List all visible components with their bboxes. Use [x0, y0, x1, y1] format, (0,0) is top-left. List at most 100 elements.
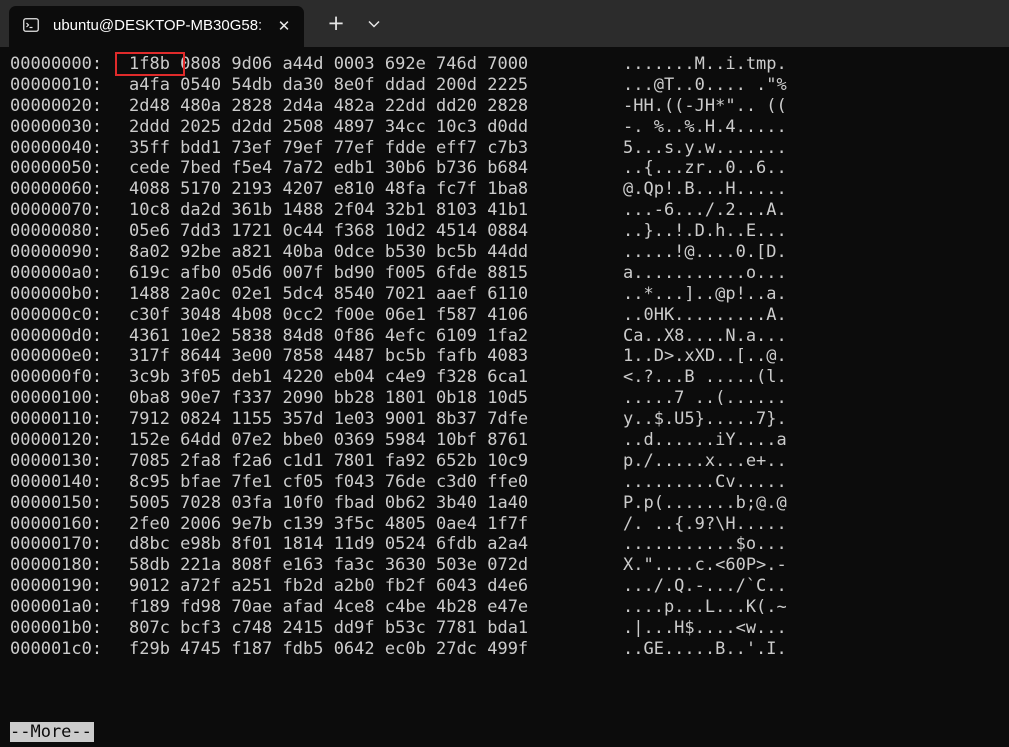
hexdump-ascii: -. %..%.H.4..... — [623, 116, 787, 137]
hexdump-hex-bytes: 1f8b 0808 9d06 a44d 0003 692e 746d 7000 — [129, 54, 529, 74]
hexdump-line: 00000010: a4fa 0540 54db da30 8e0f ddad 2… — [10, 75, 1005, 96]
hexdump-offset: 000000b0: — [10, 283, 103, 304]
hexdump-offset: 00000010: — [10, 74, 103, 95]
hexdump-ascii: ...@T..0.... ."% — [623, 74, 787, 95]
hexdump-hex-bytes: 10c8 da2d 361b 1488 2f04 32b1 8103 41b1 — [129, 200, 529, 221]
hexdump-line: 00000060: 4088 5170 2193 4207 e810 48fa f… — [10, 179, 1005, 200]
hexdump-line: 000001b0: 807c bcf3 c748 2415 dd9f b53c 7… — [10, 618, 1005, 639]
hexdump-offset: 00000000: — [10, 54, 103, 74]
hexdump-offset: 00000020: — [10, 95, 103, 116]
close-tab-button[interactable]: ✕ — [275, 17, 293, 35]
hexdump-line: 00000190: 9012 a72f a251 fb2d a2b0 fb2f 6… — [10, 576, 1005, 597]
hexdump-line: 00000140: 8c95 bfae 7fe1 cf05 f043 76de c… — [10, 472, 1005, 493]
hexdump-hex-bytes: 3c9b 3f05 deb1 4220 eb04 c4e9 f328 6ca1 — [129, 367, 529, 388]
terminal-icon — [23, 18, 39, 32]
hexdump-offset: 00000080: — [10, 221, 103, 242]
hexdump-offset: 00000180: — [10, 555, 103, 576]
hexdump-line: 00000090: 8a02 92be a821 40ba 0dce b530 b… — [10, 242, 1005, 263]
hexdump-ascii: .|...H$....<w... — [623, 618, 787, 639]
hexdump-ascii: -HH.((-JH*".. (( — [623, 95, 787, 116]
hexdump-line: 00000120: 152e 64dd 07e2 bbe0 0369 5984 1… — [10, 430, 1005, 451]
hexdump-line: 00000030: 2ddd 2025 d2dd 2508 4897 34cc 1… — [10, 117, 1005, 138]
hexdump-ascii: ....p...L...K(.~ — [623, 597, 787, 618]
hexdump-line: 00000170: d8bc e98b 8f01 1814 11d9 0524 6… — [10, 534, 1005, 555]
hexdump-hex-bytes: 7912 0824 1155 357d 1e03 9001 8b37 7dfe — [129, 409, 529, 430]
hexdump-line: 000001c0: f29b 4745 f187 fdb5 0642 ec0b 2… — [10, 639, 1005, 660]
pager-more-prompt: --More-- — [10, 722, 94, 742]
hexdump-ascii: ..0HK.........A. — [623, 304, 787, 325]
title-bar: ubuntu@DESKTOP-MB30G58: ✕ + — [0, 0, 1009, 47]
hexdump-ascii: X."....c.<60P>.- — [623, 555, 787, 576]
hexdump-ascii: .........Cv..... — [623, 471, 787, 492]
tab-title: ubuntu@DESKTOP-MB30G58: — [53, 16, 285, 36]
hexdump-ascii: ..d......iY....a — [623, 430, 787, 451]
hexdump-line: 000000c0: c30f 3048 4b08 0cc2 f00e 06e1 f… — [10, 305, 1005, 326]
hexdump-line: 00000020: 2d48 480a 2828 2d4a 482a 22dd d… — [10, 96, 1005, 117]
hexdump-line: 000000f0: 3c9b 3f05 deb1 4220 eb04 c4e9 f… — [10, 367, 1005, 388]
hexdump-hex-bytes: 1488 2a0c 02e1 5dc4 8540 7021 aaef 6110 — [129, 283, 529, 304]
hexdump-hex-bytes: cede 7bed f5e4 7a72 edb1 30b6 b736 b684 — [129, 158, 529, 179]
hexdump-line: 00000070: 10c8 da2d 361b 1488 2f04 32b1 8… — [10, 200, 1005, 221]
hexdump-ascii: .../.Q.-.../`C.. — [623, 576, 787, 597]
hexdump-hex-bytes: 619c afb0 05d6 007f bd90 f005 6fde 8815 — [129, 262, 529, 283]
hexdump-hex-bytes: c30f 3048 4b08 0cc2 f00e 06e1 f587 4106 — [129, 304, 529, 325]
hexdump-ascii: y..$.U5}.....7}. — [623, 409, 787, 430]
hexdump-ascii: .....7 ..(...... — [623, 388, 787, 409]
hexdump-line: 00000180: 58db 221a 808f e163 fa3c 3630 5… — [10, 555, 1005, 576]
hexdump-offset: 00000110: — [10, 409, 103, 430]
hexdump-hex-bytes: 0ba8 90e7 f337 2090 bb28 1801 0b18 10d5 — [129, 388, 529, 409]
hexdump-offset: 00000150: — [10, 492, 103, 513]
hexdump-ascii: <.?...B .....(l. — [623, 367, 787, 388]
hexdump-hex-bytes: 4088 5170 2193 4207 e810 48fa fc7f 1ba8 — [129, 179, 529, 200]
hexdump-line: 00000150: 5005 7028 03fa 10f0 fbad 0b62 3… — [10, 493, 1005, 514]
hexdump-offset: 00000130: — [10, 450, 103, 471]
hexdump-offset: 00000160: — [10, 513, 103, 534]
hexdump-offset: 00000190: — [10, 576, 103, 597]
hexdump-offset: 000000d0: — [10, 325, 103, 346]
hexdump-offset: 00000040: — [10, 137, 103, 158]
hexdump-hex-bytes: 35ff bdd1 73ef 79ef 77ef fdde eff7 c7b3 — [129, 137, 529, 158]
hexdump-hex-bytes: 317f 8644 3e00 7858 4487 bc5b fafb 4083 — [129, 346, 529, 367]
hexdump-ascii: ...-6.../.2...A. — [623, 200, 787, 221]
hexdump-hex-bytes: 807c bcf3 c748 2415 dd9f b53c 7781 bda1 — [129, 618, 529, 639]
hexdump-offset: 00000140: — [10, 471, 103, 492]
hexdump-line: 000000d0: 4361 10e2 5838 84d8 0f86 4efc 6… — [10, 326, 1005, 347]
hexdump-hex-bytes: 2fe0 2006 9e7b c139 3f5c 4805 0ae4 1f7f — [129, 513, 529, 534]
terminal-tab[interactable]: ubuntu@DESKTOP-MB30G58: ✕ — [9, 6, 304, 47]
hexdump-ascii: .....!@....0.[D. — [623, 242, 787, 263]
hexdump-ascii: ..*...]..@p!..a. — [623, 283, 787, 304]
tab-dropdown-button[interactable] — [360, 10, 388, 38]
hexdump-hex-bytes: 9012 a72f a251 fb2d a2b0 fb2f 6043 d4e6 — [129, 576, 529, 597]
hexdump-hex-bytes: a4fa 0540 54db da30 8e0f ddad 200d 2225 — [129, 74, 529, 95]
hexdump-hex-bytes: 7085 2fa8 f2a6 c1d1 7801 fa92 652b 10c9 — [129, 450, 529, 471]
new-tab-button[interactable]: + — [321, 10, 351, 38]
hexdump-hex-bytes: f189 fd98 70ae afad 4ce8 c4be 4b28 e47e — [129, 597, 529, 618]
terminal-output[interactable]: 00000000: 1f8b 0808 9d06 a44d 0003 692e 7… — [10, 54, 1005, 660]
hexdump-line: 00000110: 7912 0824 1155 357d 1e03 9001 8… — [10, 409, 1005, 430]
hexdump-line: 00000050: cede 7bed f5e4 7a72 edb1 30b6 b… — [10, 158, 1005, 179]
chevron-down-icon — [368, 20, 380, 28]
hexdump-line: 00000080: 05e6 7dd3 1721 0c44 f368 10d2 4… — [10, 221, 1005, 242]
hexdump-offset: 00000120: — [10, 430, 103, 451]
hexdump-line: 00000130: 7085 2fa8 f2a6 c1d1 7801 fa92 6… — [10, 451, 1005, 472]
hexdump-line: 00000100: 0ba8 90e7 f337 2090 bb28 1801 0… — [10, 388, 1005, 409]
hexdump-ascii: ..GE.....B..'.I. — [623, 638, 787, 659]
hexdump-ascii: ..{...zr..0..6.. — [623, 158, 787, 179]
hexdump-offset: 000001c0: — [10, 638, 103, 659]
hexdump-offset: 000001b0: — [10, 618, 103, 639]
hexdump-ascii: p./.....x...e+.. — [623, 450, 787, 471]
hexdump-line: 000000b0: 1488 2a0c 02e1 5dc4 8540 7021 a… — [10, 284, 1005, 305]
hexdump-ascii: a...........o... — [623, 262, 787, 283]
hexdump-hex-bytes: f29b 4745 f187 fdb5 0642 ec0b 27dc 499f — [129, 638, 529, 659]
hexdump-ascii: P.p(.......b;@.@ — [623, 492, 787, 513]
hexdump-line: 00000160: 2fe0 2006 9e7b c139 3f5c 4805 0… — [10, 514, 1005, 535]
hexdump-offset: 00000030: — [10, 116, 103, 137]
hexdump-offset: 000000a0: — [10, 262, 103, 283]
hexdump-hex-bytes: 2d48 480a 2828 2d4a 482a 22dd dd20 2828 — [129, 95, 529, 116]
hexdump-ascii: @.Qp!.B...H..... — [623, 179, 787, 200]
hexdump-ascii: Ca..X8....N.a... — [623, 325, 787, 346]
hexdump-offset: 00000090: — [10, 242, 103, 263]
hexdump-hex-bytes: 5005 7028 03fa 10f0 fbad 0b62 3b40 1a40 — [129, 492, 529, 513]
hexdump-line: 000000e0: 317f 8644 3e00 7858 4487 bc5b f… — [10, 346, 1005, 367]
hexdump-hex-bytes: 4361 10e2 5838 84d8 0f86 4efc 6109 1fa2 — [129, 325, 529, 346]
